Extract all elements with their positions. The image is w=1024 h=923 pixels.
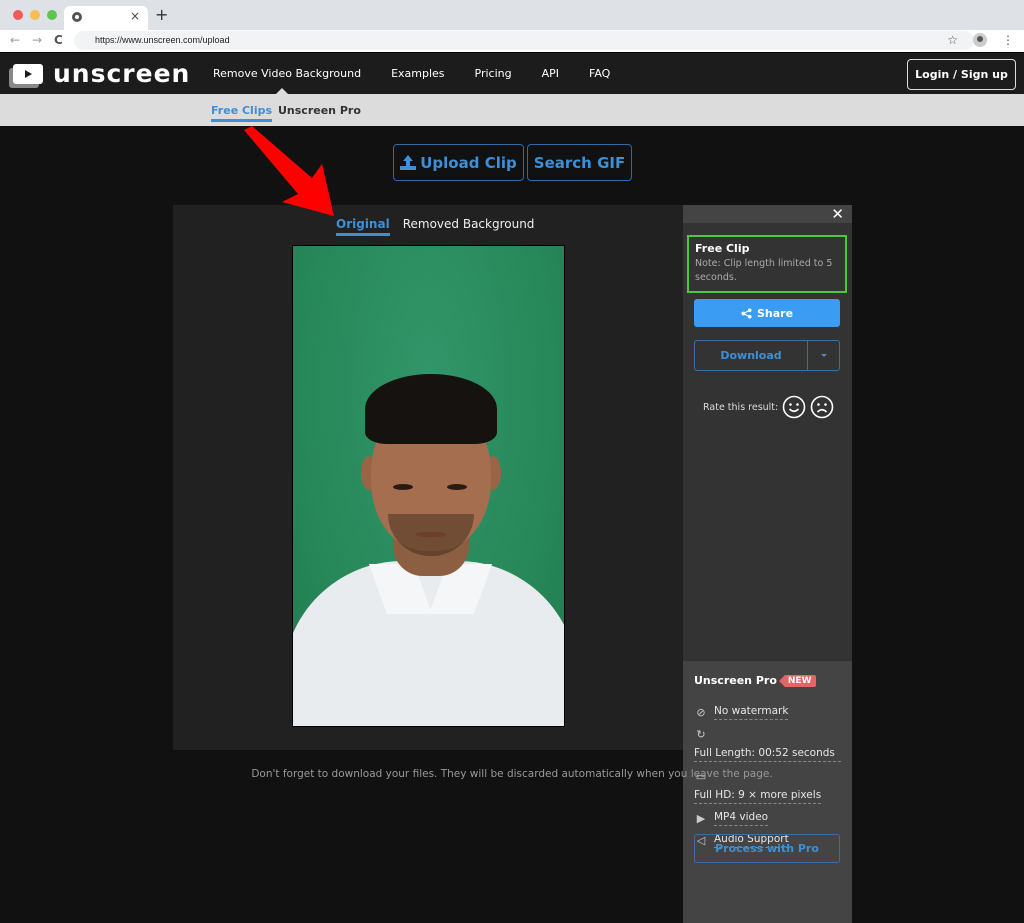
share-label: Share xyxy=(756,306,794,320)
video-viewer: Original Removed Background xyxy=(173,205,683,750)
result-sidebar: ✕ Free Clip Note: Clip length limited to… xyxy=(683,205,852,923)
rate-label: Rate this result: xyxy=(703,401,779,413)
minimize-window-button[interactable] xyxy=(30,10,40,20)
upload-icon xyxy=(400,154,417,171)
logo-text: unscreen xyxy=(53,59,191,88)
video-preview[interactable] xyxy=(292,245,565,727)
smiley-face-icon[interactable] xyxy=(782,395,806,419)
nav-remove-video-background[interactable]: Remove Video Background xyxy=(213,67,361,80)
upload-clip-button[interactable]: Upload Clip xyxy=(393,144,524,181)
video-file-icon: ▶ xyxy=(696,812,706,825)
subnav-free-clips[interactable]: Free Clips xyxy=(211,104,273,122)
free-clip-notice: Free Clip Note: Clip length limited to 5… xyxy=(687,235,847,293)
logo[interactable]: unscreen xyxy=(9,59,190,88)
upload-clip-label: Upload Clip xyxy=(420,153,517,172)
browser-tab-strip: × + xyxy=(0,0,1024,30)
nav-faq[interactable]: FAQ xyxy=(589,67,610,80)
close-window-button[interactable] xyxy=(13,10,23,20)
logo-icon xyxy=(9,63,43,88)
new-badge: NEW xyxy=(778,674,816,687)
close-icon[interactable]: ✕ xyxy=(831,205,844,223)
no-watermark-icon: ⊘ xyxy=(696,706,706,719)
new-tab-button[interactable]: + xyxy=(155,5,168,24)
main-content: Upload Clip Search GIF Original Removed … xyxy=(0,126,1024,923)
favicon-icon xyxy=(72,12,82,22)
window-controls xyxy=(13,10,57,20)
download-group: Download xyxy=(694,340,840,371)
address-bar-row: ← → C https://www.unscreen.com/upload ☆ … xyxy=(0,30,1024,52)
back-icon[interactable]: ← xyxy=(10,33,20,47)
profile-icon[interactable] xyxy=(973,33,987,47)
nav-examples[interactable]: Examples xyxy=(391,67,444,80)
process-with-pro-button[interactable]: Process with Pro xyxy=(694,834,840,863)
forward-icon[interactable]: → xyxy=(32,33,42,47)
maximize-window-button[interactable] xyxy=(47,10,57,20)
download-button[interactable]: Download xyxy=(695,341,808,370)
feature-item: ▶ MP4 video xyxy=(694,811,841,826)
login-signup-button[interactable]: Login / Sign up xyxy=(907,59,1016,90)
rating: Rate this result: xyxy=(703,395,834,419)
chevron-down-icon xyxy=(820,354,827,357)
nav-api[interactable]: API xyxy=(542,67,559,80)
nav-pricing[interactable]: Pricing xyxy=(475,67,512,80)
tab-removed-background[interactable]: Removed Background xyxy=(403,217,535,236)
search-gif-button[interactable]: Search GIF xyxy=(527,144,632,181)
feature-item: ↻ Full Length: 00:52 seconds xyxy=(694,727,841,762)
sub-nav: Free Clips Unscreen Pro xyxy=(0,94,1024,126)
free-clip-note: Note: Clip length limited to 5 seconds. xyxy=(695,258,833,283)
viewer-tabs: Original Removed Background xyxy=(336,217,534,236)
tab-close-icon[interactable]: × xyxy=(130,9,140,23)
discard-warning: Don't forget to download your files. The… xyxy=(251,768,773,780)
url-input[interactable]: https://www.unscreen.com/upload xyxy=(74,31,974,50)
free-clip-title: Free Clip xyxy=(695,242,750,255)
share-button[interactable]: Share xyxy=(694,299,840,327)
bookmark-star-icon[interactable]: ☆ xyxy=(947,33,958,47)
clock-icon: ↻ xyxy=(696,727,706,741)
pro-title: Unscreen Pro xyxy=(694,674,777,687)
download-options-dropdown[interactable] xyxy=(808,341,839,370)
main-nav: Remove Video Background Examples Pricing… xyxy=(213,67,610,80)
reload-icon[interactable]: C xyxy=(54,33,63,47)
site-header: unscreen Remove Video Background Example… xyxy=(0,52,1024,94)
unscreen-pro-panel: Unscreen Pro NEW ⊘ No watermark ↻ Full L… xyxy=(683,661,852,923)
sad-face-icon[interactable] xyxy=(810,395,834,419)
browser-tab[interactable]: × xyxy=(64,6,148,30)
tab-original[interactable]: Original xyxy=(336,217,390,236)
share-icon xyxy=(741,307,752,319)
browser-menu-icon[interactable]: ⋮ xyxy=(1002,33,1014,47)
subnav-unscreen-pro[interactable]: Unscreen Pro xyxy=(278,104,361,117)
feature-item: ⊘ No watermark xyxy=(694,705,841,720)
